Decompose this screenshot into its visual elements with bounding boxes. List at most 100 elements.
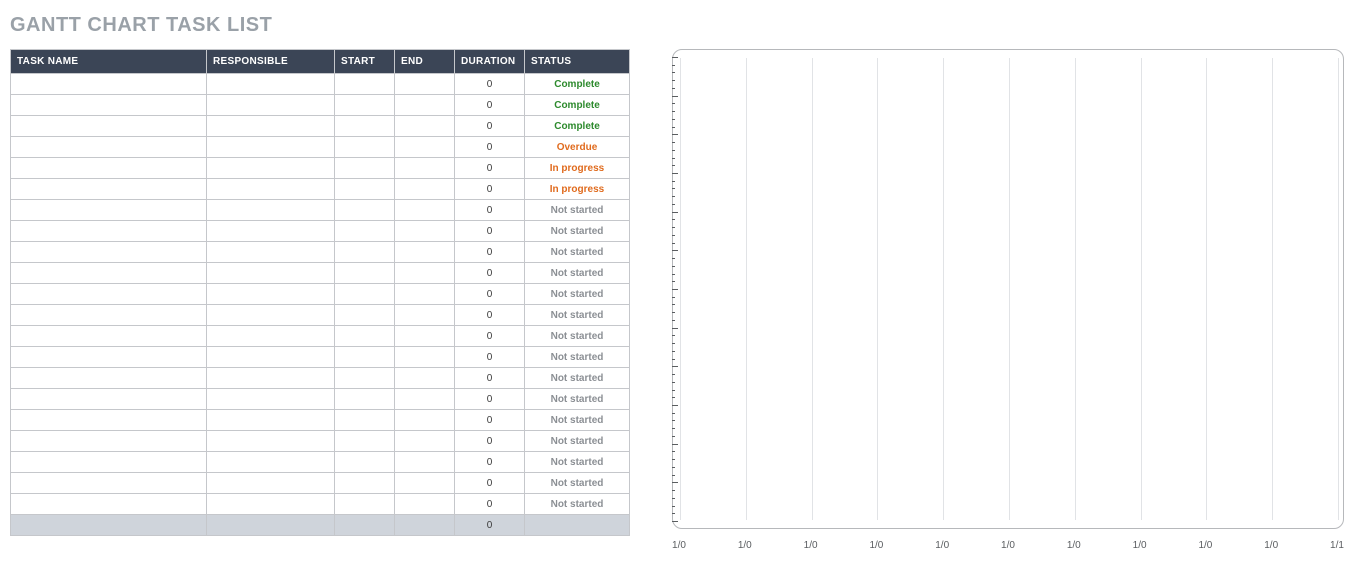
cell-responsible[interactable]	[207, 494, 335, 515]
cell-start[interactable]	[335, 116, 395, 137]
cell-task[interactable]	[11, 473, 207, 494]
cell-task[interactable]	[11, 116, 207, 137]
cell-start[interactable]	[335, 200, 395, 221]
cell-status[interactable]: Not started	[525, 221, 630, 242]
cell-start[interactable]	[335, 326, 395, 347]
cell-status[interactable]: Not started	[525, 473, 630, 494]
cell-end[interactable]	[395, 389, 455, 410]
cell-status[interactable]: Not started	[525, 326, 630, 347]
cell-responsible[interactable]	[207, 95, 335, 116]
cell-start[interactable]	[335, 95, 395, 116]
cell-responsible[interactable]	[207, 305, 335, 326]
cell-task[interactable]	[11, 221, 207, 242]
cell-start[interactable]	[335, 494, 395, 515]
cell-start[interactable]	[335, 368, 395, 389]
cell-start[interactable]	[335, 452, 395, 473]
cell-task[interactable]	[11, 410, 207, 431]
cell-end[interactable]	[395, 431, 455, 452]
cell-status[interactable]: Not started	[525, 284, 630, 305]
cell-task[interactable]	[11, 347, 207, 368]
cell-task[interactable]	[11, 95, 207, 116]
cell-responsible[interactable]	[207, 473, 335, 494]
cell-status[interactable]: Not started	[525, 494, 630, 515]
cell-status[interactable]: Overdue	[525, 137, 630, 158]
cell-start[interactable]	[335, 473, 395, 494]
cell-task[interactable]	[11, 368, 207, 389]
cell-responsible[interactable]	[207, 410, 335, 431]
cell-responsible[interactable]	[207, 179, 335, 200]
cell-start[interactable]	[335, 305, 395, 326]
cell-end[interactable]	[395, 137, 455, 158]
cell-status[interactable]: Not started	[525, 389, 630, 410]
cell-task[interactable]	[11, 284, 207, 305]
cell-responsible[interactable]	[207, 221, 335, 242]
cell-end[interactable]	[395, 95, 455, 116]
cell-task[interactable]	[11, 242, 207, 263]
cell-responsible[interactable]	[207, 242, 335, 263]
cell-end[interactable]	[395, 473, 455, 494]
cell-status[interactable]: Complete	[525, 95, 630, 116]
cell-responsible[interactable]	[207, 284, 335, 305]
footer-task[interactable]	[11, 515, 207, 536]
cell-end[interactable]	[395, 116, 455, 137]
cell-start[interactable]	[335, 137, 395, 158]
cell-end[interactable]	[395, 263, 455, 284]
cell-end[interactable]	[395, 221, 455, 242]
cell-status[interactable]: Not started	[525, 242, 630, 263]
cell-start[interactable]	[335, 284, 395, 305]
cell-status[interactable]: Complete	[525, 74, 630, 95]
cell-task[interactable]	[11, 452, 207, 473]
cell-task[interactable]	[11, 263, 207, 284]
cell-task[interactable]	[11, 326, 207, 347]
cell-status[interactable]: Not started	[525, 410, 630, 431]
cell-status[interactable]: Not started	[525, 452, 630, 473]
cell-end[interactable]	[395, 494, 455, 515]
cell-status[interactable]: Not started	[525, 305, 630, 326]
cell-status[interactable]: Not started	[525, 263, 630, 284]
cell-start[interactable]	[335, 158, 395, 179]
cell-status[interactable]: Not started	[525, 347, 630, 368]
cell-responsible[interactable]	[207, 74, 335, 95]
cell-responsible[interactable]	[207, 263, 335, 284]
cell-end[interactable]	[395, 305, 455, 326]
cell-start[interactable]	[335, 179, 395, 200]
cell-status[interactable]: Not started	[525, 200, 630, 221]
cell-start[interactable]	[335, 347, 395, 368]
footer-status[interactable]	[525, 515, 630, 536]
cell-status[interactable]: In progress	[525, 158, 630, 179]
cell-start[interactable]	[335, 389, 395, 410]
cell-responsible[interactable]	[207, 389, 335, 410]
footer-start[interactable]	[335, 515, 395, 536]
cell-task[interactable]	[11, 200, 207, 221]
cell-task[interactable]	[11, 389, 207, 410]
cell-task[interactable]	[11, 158, 207, 179]
cell-start[interactable]	[335, 242, 395, 263]
cell-responsible[interactable]	[207, 158, 335, 179]
cell-end[interactable]	[395, 326, 455, 347]
cell-responsible[interactable]	[207, 326, 335, 347]
cell-end[interactable]	[395, 347, 455, 368]
cell-responsible[interactable]	[207, 431, 335, 452]
cell-start[interactable]	[335, 431, 395, 452]
cell-end[interactable]	[395, 284, 455, 305]
cell-status[interactable]: Not started	[525, 431, 630, 452]
cell-status[interactable]: Complete	[525, 116, 630, 137]
cell-task[interactable]	[11, 179, 207, 200]
footer-end[interactable]	[395, 515, 455, 536]
cell-end[interactable]	[395, 200, 455, 221]
cell-end[interactable]	[395, 179, 455, 200]
cell-start[interactable]	[335, 263, 395, 284]
footer-responsible[interactable]	[207, 515, 335, 536]
cell-end[interactable]	[395, 410, 455, 431]
cell-end[interactable]	[395, 368, 455, 389]
cell-responsible[interactable]	[207, 137, 335, 158]
cell-task[interactable]	[11, 431, 207, 452]
cell-status[interactable]: Not started	[525, 368, 630, 389]
cell-responsible[interactable]	[207, 116, 335, 137]
cell-task[interactable]	[11, 305, 207, 326]
cell-responsible[interactable]	[207, 452, 335, 473]
cell-end[interactable]	[395, 74, 455, 95]
cell-start[interactable]	[335, 410, 395, 431]
cell-task[interactable]	[11, 494, 207, 515]
cell-task[interactable]	[11, 137, 207, 158]
